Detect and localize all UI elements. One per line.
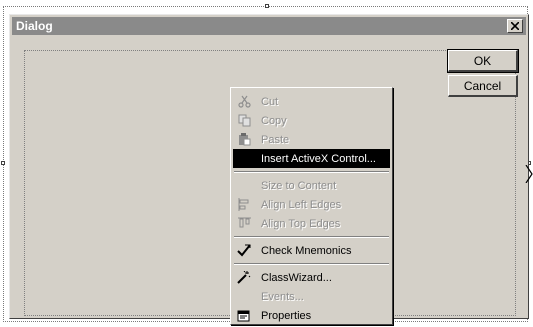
cancel-button-label: Cancel: [463, 78, 502, 93]
menu-item-label: Events...: [261, 290, 304, 303]
menu-item-label: Copy: [261, 114, 287, 127]
ok-button-label: OK: [473, 53, 492, 68]
menu-item-size-to-content[interactable]: Size to Content: [233, 176, 390, 195]
menu-item-classwizard[interactable]: ClassWizard...: [233, 268, 390, 287]
properties-icon: [233, 306, 255, 325]
cancel-button[interactable]: Cancel: [448, 75, 518, 97]
dialog-titlebar: Dialog: [12, 17, 526, 35]
menu-item-events[interactable]: Events...: [233, 287, 390, 306]
menu-item-align-left[interactable]: Align Left Edges: [233, 195, 390, 214]
menu-item-paste[interactable]: Paste: [233, 130, 390, 149]
copy-icon: [233, 111, 255, 130]
menu-item-label: Paste: [261, 133, 290, 146]
menu-item-label: Properties: [261, 309, 312, 322]
menu-item-cut[interactable]: Cut: [233, 92, 390, 111]
wand-icon: [233, 268, 255, 287]
resize-cursor-icon: [525, 165, 533, 183]
menu-item-properties[interactable]: Properties: [233, 306, 390, 325]
dialog-title: Dialog: [16, 19, 53, 33]
align-top-icon: [233, 214, 255, 233]
menu-item-align-top[interactable]: Align Top Edges: [233, 214, 390, 233]
menu-item-label: Align Left Edges: [261, 198, 342, 211]
menu-item-insert-activex[interactable]: Insert ActiveX Control...: [233, 149, 390, 168]
menu-item-label: Check Mnemonics: [261, 244, 352, 257]
menu-item-label: Insert ActiveX Control...: [261, 152, 376, 165]
menu-separator: [234, 263, 389, 265]
menu-separator: [234, 236, 389, 238]
resize-handle-top[interactable]: [265, 4, 269, 8]
checkmark-icon: [233, 241, 255, 260]
menu-item-copy[interactable]: Copy: [233, 111, 390, 130]
context-menu: Cut Copy Paste Insert ActiveX Control...…: [230, 87, 393, 325]
menu-item-label: Size to Content: [261, 179, 337, 192]
resize-handle-left[interactable]: [1, 161, 5, 165]
menu-item-label: Cut: [261, 95, 279, 108]
scissors-icon: [233, 92, 255, 111]
menu-item-check-mnemonics[interactable]: Check Mnemonics: [233, 241, 390, 260]
clipboard-icon: [233, 130, 255, 149]
menu-separator: [234, 171, 389, 173]
menu-item-label: Align Top Edges: [261, 217, 341, 230]
close-icon: [511, 22, 519, 30]
menu-item-label: ClassWizard...: [261, 271, 332, 284]
close-button[interactable]: [507, 19, 523, 33]
ok-button[interactable]: OK: [447, 49, 519, 73]
align-left-icon: [233, 195, 255, 214]
